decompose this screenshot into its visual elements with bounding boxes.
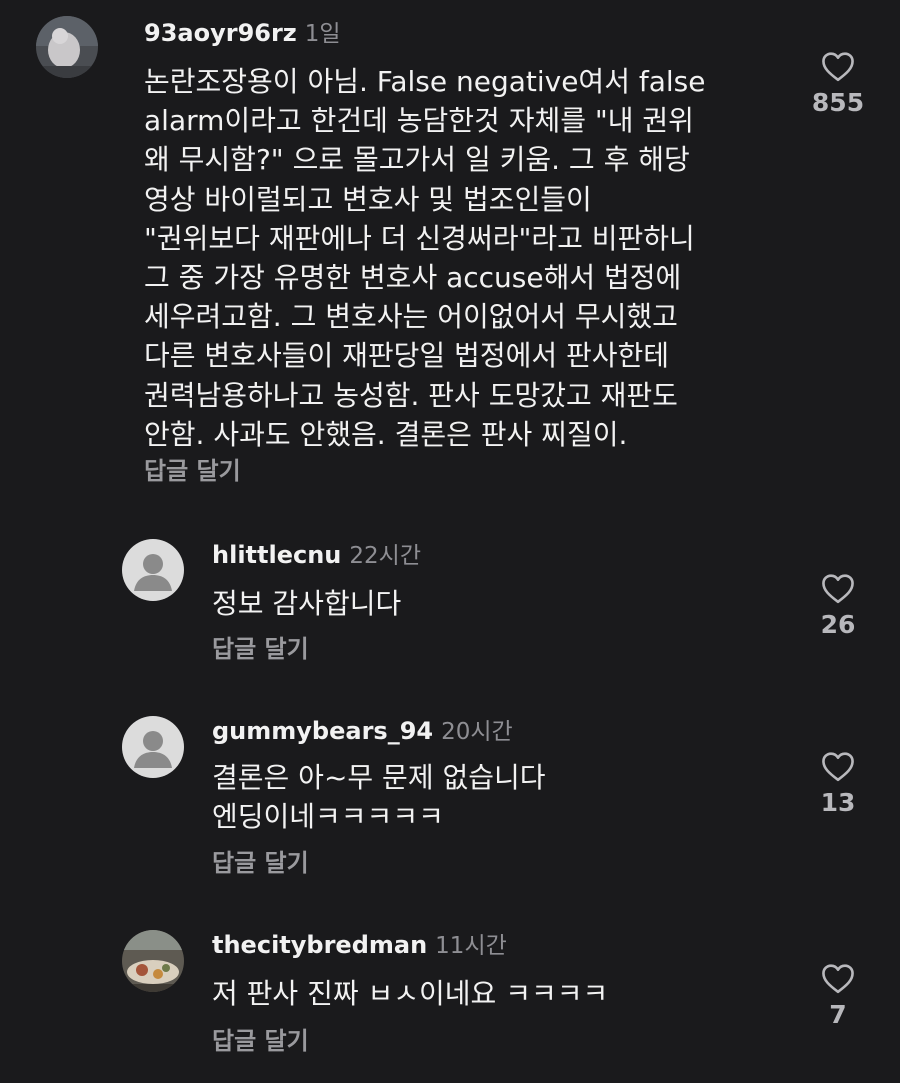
reply-button[interactable]: 답글 달기 xyxy=(212,848,309,878)
avatar[interactable] xyxy=(122,716,184,778)
comment-text: 논란조장용이 아님. False negative여서 false alarm이… xyxy=(144,65,706,451)
heart-icon[interactable] xyxy=(820,750,856,782)
comment-header: gummybears_94 20시간 xyxy=(212,716,513,749)
reply-item: thecitybredman 11시간 저 판사 진짜 ㅂㅅ이네요 ㅋㅋㅋㅋ 답글… xyxy=(0,912,900,1083)
comment-text: 정보 감사합니다 xyxy=(212,587,402,620)
reply-button[interactable]: 답글 달기 xyxy=(212,1026,309,1056)
username[interactable]: gummybears_94 xyxy=(212,717,433,745)
heart-icon[interactable] xyxy=(820,50,856,82)
comment-text: 저 판사 진짜 ㅂㅅ이네요 ㅋㅋㅋㅋ xyxy=(212,977,609,1010)
reply-button[interactable]: 답글 달기 xyxy=(144,456,241,486)
like-count: 26 xyxy=(820,610,856,639)
like-section: 26 xyxy=(798,572,878,639)
like-count: 855 xyxy=(811,88,865,117)
username[interactable]: 93aoyr96rz xyxy=(144,19,297,47)
like-section: 855 xyxy=(798,50,878,117)
username[interactable]: hlittlecnu xyxy=(212,541,341,569)
heart-icon[interactable] xyxy=(820,572,856,604)
timestamp: 20시간 xyxy=(441,719,513,745)
like-section: 7 xyxy=(798,962,878,1029)
username[interactable]: thecitybredman xyxy=(212,931,427,959)
avatar[interactable] xyxy=(36,16,98,78)
comment-item: 93aoyr96rz 1일 논란조장용이 아님. False negative여서… xyxy=(0,0,900,500)
reply-item: hlittlecnu 22시간 정보 감사합니다 답글 달기 26 xyxy=(0,520,900,690)
like-count: 13 xyxy=(820,788,856,817)
avatar[interactable] xyxy=(122,539,184,601)
timestamp: 11시간 xyxy=(435,933,507,959)
reply-button[interactable]: 답글 달기 xyxy=(212,634,309,664)
reply-item: gummybears_94 20시간 결론은 아~무 문제 없습니다 엔딩이네ㅋㅋ… xyxy=(0,700,900,910)
heart-icon[interactable] xyxy=(820,962,856,994)
avatar[interactable] xyxy=(122,930,184,992)
timestamp: 1일 xyxy=(304,21,341,47)
like-count: 7 xyxy=(829,1000,847,1029)
comment-text: 결론은 아~무 문제 없습니다 엔딩이네ㅋㅋㅋㅋㅋ xyxy=(212,761,546,834)
like-section: 13 xyxy=(798,750,878,817)
comment-header: 93aoyr96rz 1일 xyxy=(144,18,341,51)
comment-header: thecitybredman 11시간 xyxy=(212,930,507,963)
timestamp: 22시간 xyxy=(349,543,421,569)
comment-header: hlittlecnu 22시간 xyxy=(212,540,421,573)
